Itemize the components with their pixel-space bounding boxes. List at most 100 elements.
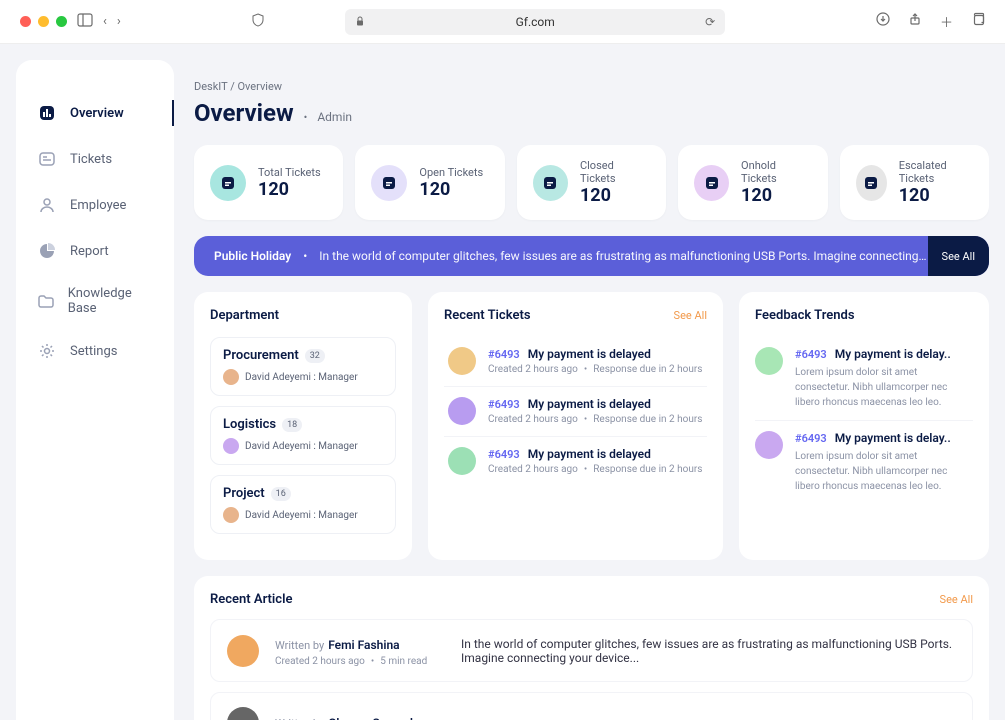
recent-article-heading: Recent Article [210, 592, 292, 607]
ticket-title: My payment is delayed [528, 397, 651, 411]
article-item[interactable]: Written by Gbenga Samuel [210, 692, 973, 720]
department-count-badge: 18 [282, 418, 302, 432]
close-icon[interactable] [20, 16, 31, 27]
feedback-item[interactable]: #6493My payment is delay..Lorem ipsum do… [755, 337, 973, 420]
banner-tag: Public Holiday [214, 249, 291, 263]
sidebar-item-employee[interactable]: Employee [16, 182, 174, 228]
stat-label: Total Tickets [258, 166, 321, 179]
stat-icon [856, 165, 887, 201]
article-author: Gbenga Samuel [328, 716, 413, 720]
ticket-id: #6493 [488, 398, 520, 411]
sidebar-item-label: Knowledge Base [68, 286, 154, 316]
shield-icon[interactable] [251, 13, 265, 31]
avatar [223, 438, 239, 454]
department-manager: David Adeyemi : Manager [245, 510, 358, 521]
stat-icon [371, 165, 407, 201]
url-text: Gf.com [516, 15, 555, 29]
ticket-id: #6493 [488, 448, 520, 461]
stat-card[interactable]: Total Tickets120 [194, 145, 343, 220]
article-by-label: Written by [275, 639, 324, 652]
tabs-icon[interactable] [971, 12, 985, 31]
article-author: Femi Fashina [328, 638, 399, 652]
page-title: Overview [194, 99, 294, 127]
avatar [448, 447, 476, 475]
gear-icon [36, 340, 58, 362]
department-item[interactable]: Logistics18David Adeyemi : Manager [210, 406, 396, 465]
back-icon[interactable]: ‹ [103, 14, 107, 29]
department-manager: David Adeyemi : Manager [245, 372, 358, 383]
dot-separator: • [303, 249, 307, 263]
sidebar-toggle-icon[interactable] [77, 13, 93, 31]
feedback-title: My payment is delay.. [835, 431, 951, 445]
ticket-item[interactable]: #6493My payment is delayedCreated 2 hour… [444, 337, 707, 386]
sidebar-item-report[interactable]: Report [16, 228, 174, 274]
window-controls [20, 16, 67, 27]
department-item[interactable]: Procurement32David Adeyemi : Manager [210, 337, 396, 396]
ticket-item[interactable]: #6493 My payment is delayed Created 2 hour… [444, 436, 707, 486]
maximize-icon[interactable] [56, 16, 67, 27]
stat-label: Onhold Tickets [741, 159, 812, 185]
feedback-desc: Lorem ipsum dolor sit amet consectetur. … [795, 365, 973, 410]
avatar [755, 431, 783, 459]
recent-article-card: Recent Article See All Written by Femi F… [194, 576, 989, 720]
ticket-meta: Created 2 hours ago•Response due in 2 ho… [488, 414, 703, 425]
bar-icon [36, 102, 58, 124]
avatar [223, 369, 239, 385]
lock-icon [355, 15, 365, 29]
feedback-id: #6493 [795, 432, 827, 445]
ticket-title: My payment is delayed [528, 447, 651, 461]
avatar [223, 507, 239, 523]
department-name: Project [223, 486, 265, 501]
stat-card[interactable]: Closed Tickets120 [517, 145, 666, 220]
avatar [755, 347, 783, 375]
share-icon[interactable] [908, 12, 922, 31]
new-tab-icon[interactable]: ＋ [940, 12, 953, 31]
ticket-icon [36, 148, 58, 170]
banner-text: In the world of computer glitches, few i… [319, 249, 927, 263]
stat-label: Escalated Tickets [899, 159, 973, 185]
sidebar-item-label: Report [70, 244, 109, 259]
stat-value: 120 [419, 179, 483, 200]
feedback-desc: Lorem ipsum dolor sit amet consectetur. … [795, 449, 973, 494]
page-role: Admin [317, 110, 352, 124]
forward-icon[interactable]: › [117, 14, 121, 29]
department-count-badge: 32 [305, 349, 325, 363]
minimize-icon[interactable] [38, 16, 49, 27]
feedback-id: #6493 [795, 348, 827, 361]
sidebar-item-overview[interactable]: Overview [16, 90, 174, 136]
department-item[interactable]: Project 16 David Adeyemi : Manager [210, 475, 396, 534]
stat-card[interactable]: Open Tickets120 [355, 145, 504, 220]
ticket-meta: Created 2 hours ago•Response due in 2 ho… [488, 464, 703, 475]
recent-tickets-heading: Recent Tickets [444, 308, 531, 323]
avatar [448, 397, 476, 425]
main-content: DeskIT / Overview Overview • Admin Total… [174, 60, 989, 720]
recent-tickets-see-all[interactable]: See All [674, 309, 707, 322]
department-count-badge: 16 [271, 487, 291, 501]
banner-see-all[interactable]: See All [928, 236, 989, 276]
address-bar[interactable]: Gf.com ⟳ [345, 9, 725, 35]
article-meta: Created 2 hours ago•5 min read [275, 656, 445, 667]
department-name: Logistics [223, 417, 276, 432]
recent-article-see-all[interactable]: See All [940, 593, 973, 606]
feedback-card: Feedback Trends #6493My payment is delay… [739, 292, 989, 560]
stat-card[interactable]: Onhold Tickets120 [678, 145, 827, 220]
download-icon[interactable] [876, 12, 890, 31]
reload-icon[interactable]: ⟳ [705, 15, 715, 29]
sidebar-item-settings[interactable]: Settings [16, 328, 174, 374]
folder-icon [36, 290, 56, 312]
ticket-id: #6493 [488, 348, 520, 361]
department-card: Department Procurement32David Adeyemi : … [194, 292, 412, 560]
stat-label: Open Tickets [419, 166, 483, 179]
ticket-item[interactable]: #6493 My payment is delayed Created 2 hour… [444, 386, 707, 436]
sidebar-item-tickets[interactable]: Tickets [16, 136, 174, 182]
stat-icon [533, 165, 568, 201]
avatar [227, 707, 259, 720]
article-body: In the world of computer glitches, few i… [461, 637, 956, 665]
sidebar-item-label: Overview [70, 106, 124, 121]
article-item[interactable]: Written by Femi Fashina Created 2 hours a… [210, 619, 973, 682]
stat-value: 120 [580, 185, 650, 206]
avatar [448, 347, 476, 375]
sidebar-item-knowledge-base[interactable]: Knowledge Base [16, 274, 174, 328]
feedback-item[interactable]: #6493 My payment is delay.. Lorem ipsum do… [755, 420, 973, 504]
stat-card[interactable]: Escalated Tickets120 [840, 145, 989, 220]
